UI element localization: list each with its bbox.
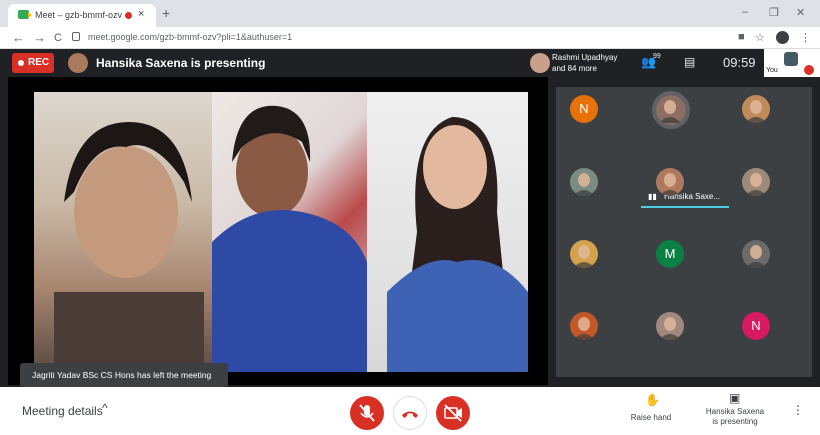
participant-photo-avatar[interactable] — [570, 312, 598, 340]
recording-label: REC — [28, 57, 50, 68]
toast-text: Jagriti Yadav BSc CS Hons has left the m… — [32, 370, 212, 380]
recording-indicator-icon — [125, 12, 132, 19]
participant-face — [573, 317, 595, 340]
restore-button[interactable]: ❐ — [769, 6, 779, 19]
browser-toolbar: ← → C meet.google.com/gzb-bmmf-ozv?pli=1… — [0, 27, 820, 49]
participant-face — [745, 173, 767, 196]
mic-muted-indicator-icon — [804, 65, 814, 75]
lock-icon — [72, 32, 80, 41]
presented-video-2 — [212, 92, 367, 372]
reload-button[interactable]: C — [54, 32, 62, 44]
leave-call-button[interactable] — [393, 396, 427, 430]
raise-hand-button[interactable]: Raise hand — [622, 413, 680, 423]
mic-off-icon — [359, 404, 375, 422]
notification-toast: Jagriti Yadav BSc CS Hons has left the m… — [20, 363, 228, 387]
participant-initial: N — [579, 101, 589, 116]
person-2-silhouette — [212, 105, 367, 372]
presenter-avatar — [68, 53, 88, 73]
person-3-silhouette — [387, 117, 528, 372]
participant-face — [573, 173, 595, 196]
browser-tab[interactable]: Meet – gzb-bmmf-ozv × — [8, 4, 156, 27]
participant-letter-avatar[interactable]: M — [656, 240, 684, 268]
meeting-details-button[interactable]: Meeting details — [22, 404, 103, 418]
profile-avatar[interactable] — [776, 31, 789, 44]
url-text: meet.google.com/gzb-bmmf-ozv?pli=1&authu… — [88, 32, 293, 42]
present-screen-icon: ▣ — [729, 391, 741, 405]
participant-face — [745, 245, 767, 268]
address-bar[interactable]: meet.google.com/gzb-bmmf-ozv?pli=1&authu… — [72, 30, 732, 46]
participant-face — [745, 100, 767, 123]
participant-initial: N — [751, 318, 761, 333]
participant-name: Rashmi Upadhyay — [552, 53, 618, 62]
camera-off-icon — [444, 404, 462, 422]
meet-bottom-bar: Meeting details ^ ✋ Raise hand ▣ Hansika… — [0, 387, 820, 433]
meet-favicon-icon — [18, 10, 32, 19]
speaking-indicator-icon: ▮▮ — [648, 192, 657, 201]
hang-up-icon — [402, 411, 418, 418]
presenting-label-line2: is presenting — [712, 417, 758, 426]
presenting-label-line1: Hansika Saxena — [705, 407, 765, 416]
tab-title: Meet – gzb-bmmf-ozv — [35, 10, 123, 20]
recording-badge: REC — [12, 53, 54, 73]
presented-video-3 — [367, 92, 528, 372]
participant-initial: M — [664, 246, 676, 261]
participant-photo-avatar[interactable] — [570, 168, 598, 196]
presentation-stage — [8, 77, 548, 385]
participant-photo-avatar[interactable] — [652, 91, 690, 129]
participant-photo-avatar[interactable] — [742, 95, 770, 123]
person-1-silhouette — [54, 122, 204, 372]
speaker-highlight-bar — [641, 206, 729, 208]
presenting-banner: Hansika Saxena is presenting — [96, 56, 266, 70]
bookmark-star-icon[interactable]: ☆ — [755, 31, 765, 44]
participants-summary: Rashmi Upadhyay and 84 more — [552, 52, 617, 74]
more-options-icon[interactable]: ⋮ — [792, 403, 804, 417]
people-count-badge: 99 — [653, 53, 661, 60]
raise-hand-icon: ✋ — [645, 393, 660, 407]
participant-face — [659, 100, 681, 123]
participant-more-count: and 84 more — [552, 64, 597, 73]
presented-video-1 — [34, 92, 212, 372]
presenting-button[interactable]: Hansika Saxena is presenting — [698, 407, 772, 427]
mic-off-button[interactable] — [350, 396, 384, 430]
record-dot-icon — [18, 60, 24, 66]
participant-face — [659, 317, 681, 340]
participant-photo-avatar[interactable] — [656, 168, 684, 196]
new-tab-button[interactable]: + — [162, 5, 170, 21]
participant-letter-avatar[interactable]: N — [742, 312, 770, 340]
meeting-clock: 09:59 — [723, 55, 756, 70]
participant-photo-avatar[interactable] — [742, 168, 770, 196]
window-close-button[interactable]: ✕ — [796, 6, 805, 19]
meet-main: REC Hansika Saxena is presenting Rashmi … — [0, 49, 820, 387]
meet-top-bar: REC Hansika Saxena is presenting Rashmi … — [0, 49, 820, 77]
camera-indicator-icon[interactable]: ■ — [738, 31, 745, 43]
chevron-up-icon[interactable]: ^ — [102, 401, 108, 415]
participant-photo-avatar[interactable] — [656, 312, 684, 340]
participant-avatar — [530, 53, 550, 73]
self-view-video — [784, 52, 798, 66]
participant-photo-avatar[interactable] — [570, 240, 598, 268]
browser-menu-icon[interactable]: ⋮ — [800, 31, 811, 44]
participant-photo-avatar[interactable] — [742, 240, 770, 268]
chat-icon[interactable]: ▤ — [684, 55, 695, 69]
tab-close-button[interactable]: × — [138, 8, 144, 20]
camera-off-button[interactable] — [436, 396, 470, 430]
browser-tab-strip: Meet – gzb-bmmf-ozv × + – ❐ ✕ — [0, 0, 820, 27]
minimize-button[interactable]: – — [742, 6, 748, 18]
participant-face — [659, 173, 681, 196]
self-view-tile[interactable]: You — [764, 49, 820, 77]
self-view-label: You — [766, 67, 778, 74]
participant-face — [573, 245, 595, 268]
participant-letter-avatar[interactable]: N — [570, 95, 598, 123]
forward-button[interactable]: → — [33, 30, 46, 45]
back-button[interactable]: ← — [12, 30, 25, 45]
